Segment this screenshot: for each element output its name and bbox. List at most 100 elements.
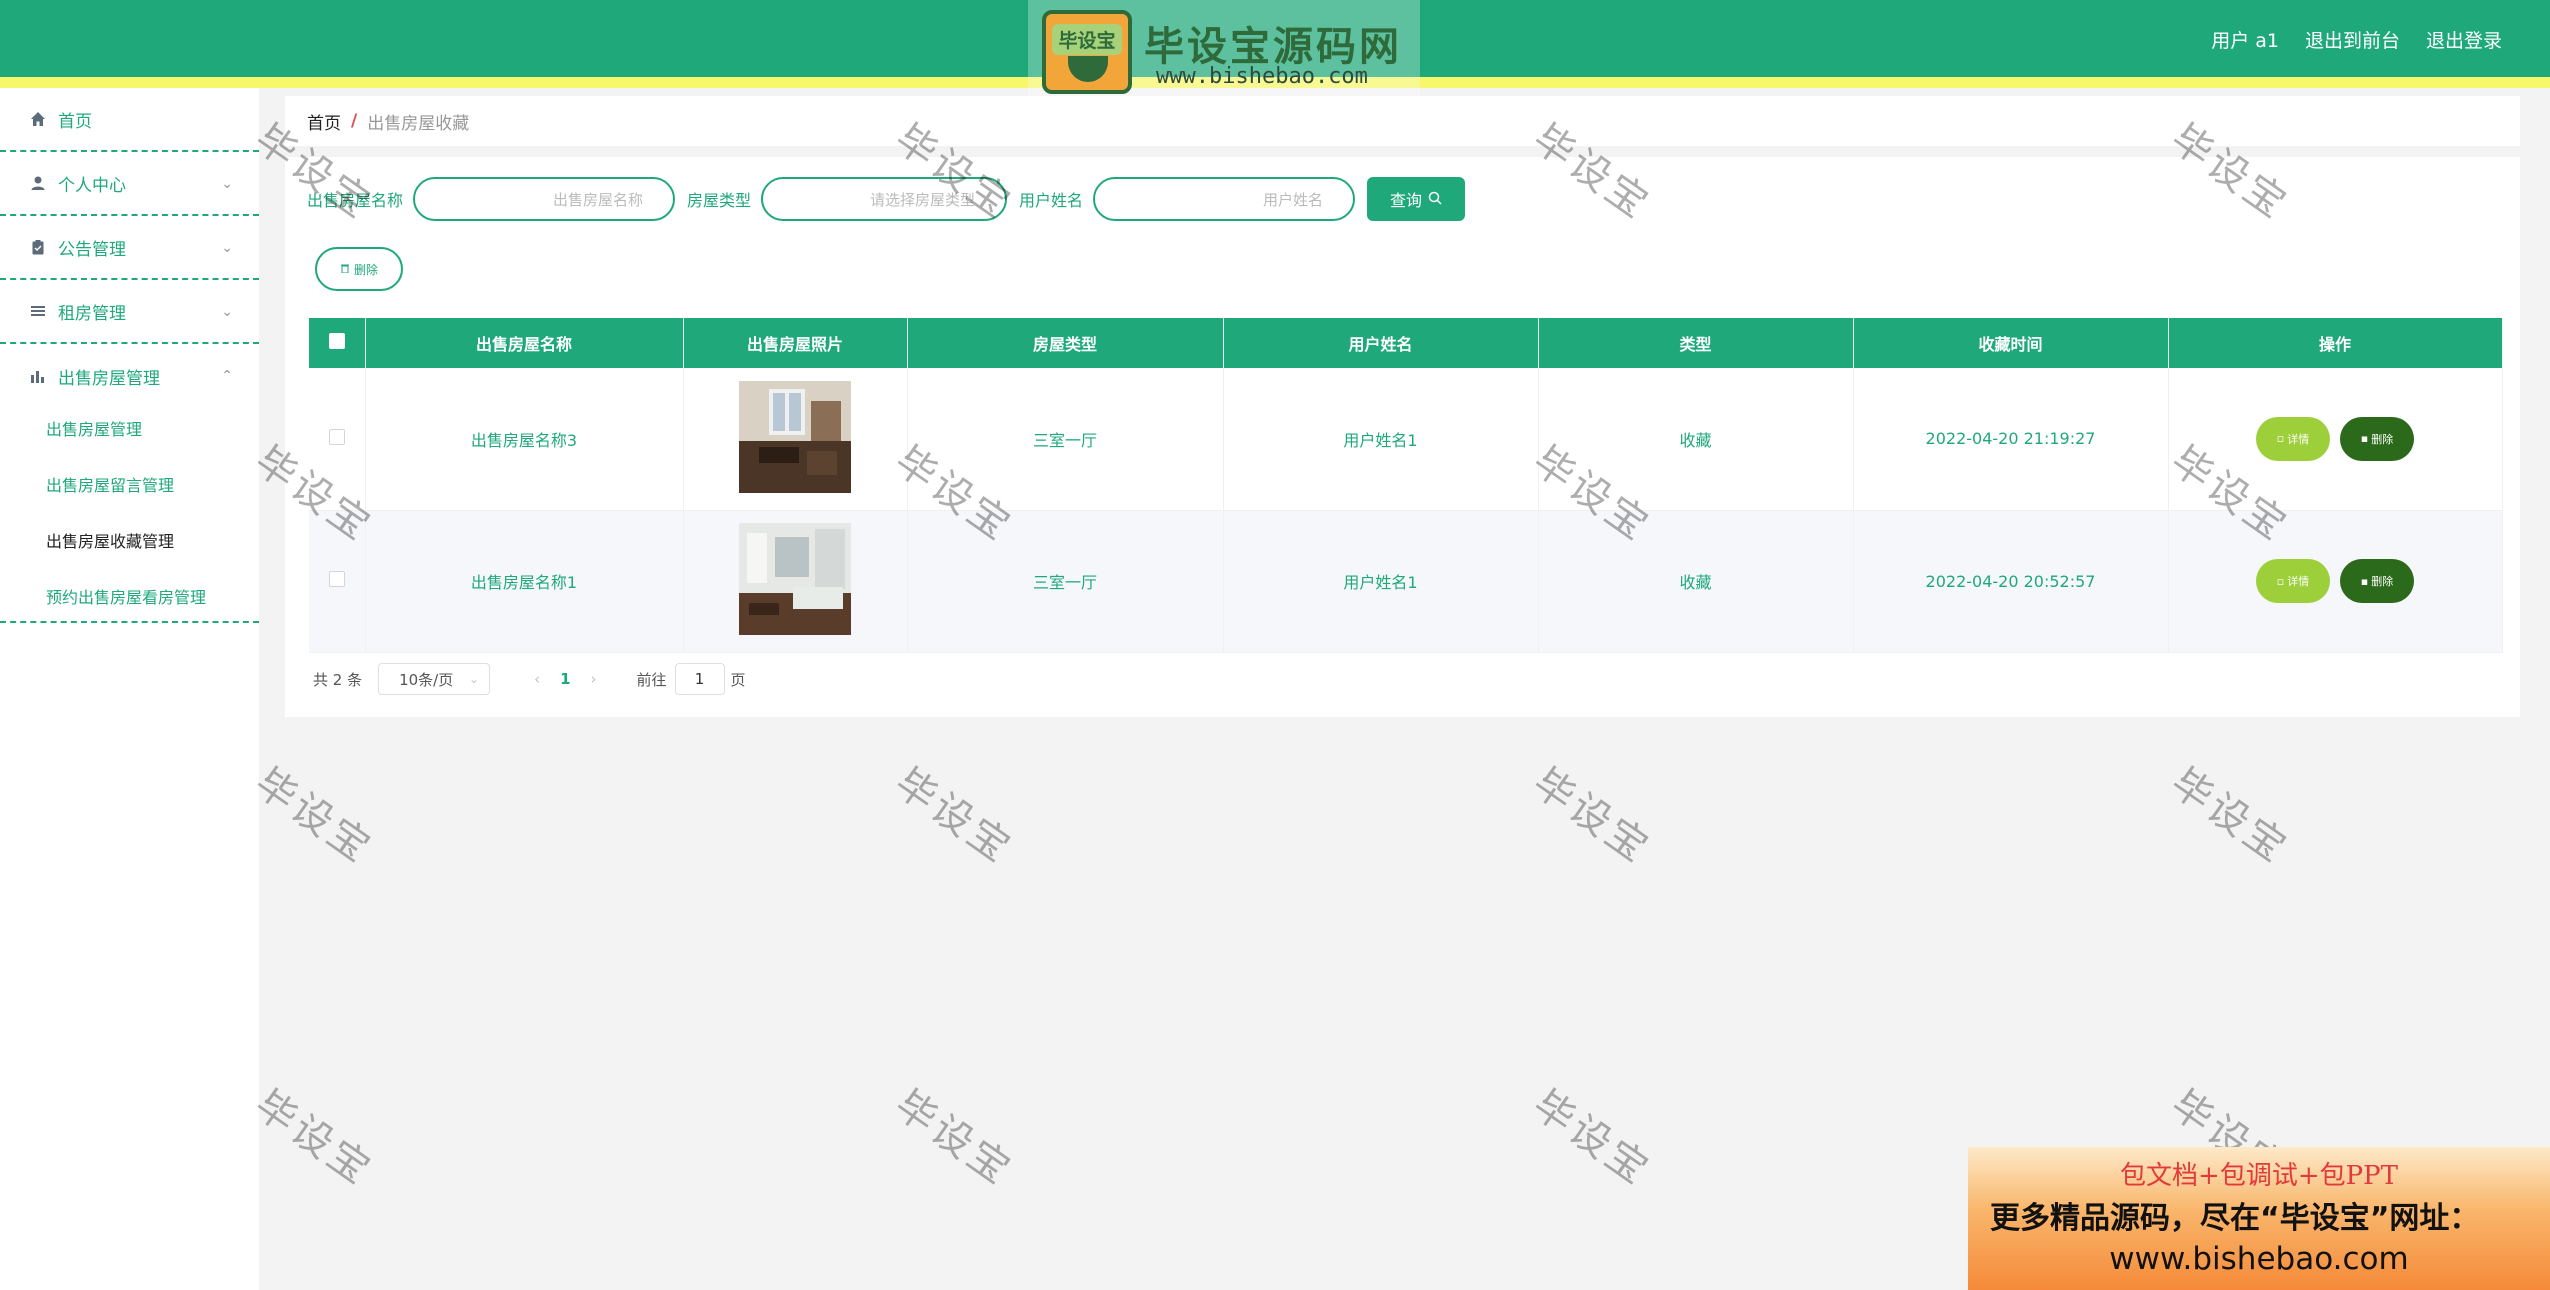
logout-link[interactable]: 退出登录 xyxy=(2426,26,2502,53)
submenu-item-sale-manage[interactable]: 出售房屋管理 xyxy=(46,416,142,440)
delete-button-label: 删除 xyxy=(2371,575,2394,588)
row-select-cell xyxy=(309,510,366,653)
favorite-time-cell: 2022-04-20 20:52:57 xyxy=(1853,510,2169,653)
sidebar: 首页 个人中心 ⌄ 公告管理 ⌄ 租房管理 ⌄ 出售房屋管理 ⌃ 出售房屋管理 … xyxy=(0,88,259,1290)
next-page-button[interactable]: › xyxy=(591,670,597,688)
chevron-down-icon: ⌄ xyxy=(221,240,233,256)
house-type-cell: 三室一厅 xyxy=(907,510,1224,653)
home-icon xyxy=(28,110,48,128)
house-type-placeholder: 请选择房屋类型 xyxy=(870,190,976,209)
ad-banner[interactable]: 包文档+包调试+包PPT 更多精品源码，尽在“毕设宝”网址： www.bishe… xyxy=(1968,1147,2550,1290)
column-header: 出售房屋名称 xyxy=(365,318,684,368)
detail-button-label: 详情 xyxy=(2287,575,2310,588)
query-button[interactable]: 查询 xyxy=(1367,177,1466,221)
goto-page-value: 1 xyxy=(694,670,705,688)
favorite-time-cell: 2022-04-20 21:19:27 xyxy=(1853,368,2169,511)
kind-cell: 收藏 xyxy=(1538,510,1854,653)
logo-url: www.bishebao.com xyxy=(1156,64,1368,89)
row-checkbox[interactable] xyxy=(328,571,345,587)
site-logo: 毕设宝 毕设宝源码网 www.bishebao.com xyxy=(1028,0,1420,96)
row-checkbox[interactable] xyxy=(328,428,345,445)
favorites-table: 出售房屋名称 出售房屋照片 房屋类型 用户姓名 类型 收藏时间 操作 出售房屋名… xyxy=(309,318,2503,653)
search-form: 出售房屋名称 出售房屋名称 房屋类型 请选择房屋类型 用户姓名 用户姓名 查询 xyxy=(307,177,1466,221)
column-header: 操作 xyxy=(2168,318,2503,368)
trash-icon: ▪ xyxy=(2360,432,2369,446)
page-number[interactable]: 1 xyxy=(560,670,570,688)
column-header: 类型 xyxy=(1538,318,1854,368)
trash-icon xyxy=(340,262,350,276)
submenu-item-sale-message[interactable]: 出售房屋留言管理 xyxy=(46,472,174,496)
house-photo-cell xyxy=(683,510,908,653)
delete-button[interactable]: ▪ 删除 xyxy=(2340,559,2414,603)
chevron-up-icon: ⌃ xyxy=(221,368,233,384)
total-count: 共 2 条 xyxy=(313,670,363,689)
breadcrumb-home[interactable]: 首页 xyxy=(307,109,341,134)
list-icon xyxy=(28,302,48,320)
submenu-item-sale-favorite[interactable]: 出售房屋收藏管理 xyxy=(46,528,174,552)
watermark: 毕设宝 xyxy=(886,759,1021,873)
submenu-divider xyxy=(0,621,259,623)
batch-delete-button[interactable]: 删除 xyxy=(315,247,403,291)
house-type-select[interactable]: 请选择房屋类型 xyxy=(761,177,1008,221)
sidebar-item-label: 首页 xyxy=(58,111,92,132)
sidebar-item-home[interactable]: 首页 xyxy=(0,88,259,152)
exit-to-front-link[interactable]: 退出到前台 xyxy=(2305,26,2400,53)
sidebar-item-label: 公告管理 xyxy=(58,239,126,260)
house-name-cell: 出售房屋名称3 xyxy=(365,368,684,511)
house-photo-cell xyxy=(683,368,908,511)
breadcrumb-separator: / xyxy=(351,111,358,131)
breadcrumb-current: 出售房屋收藏 xyxy=(367,113,470,134)
page-size-select[interactable]: 10条/页 ⌄ xyxy=(378,663,491,695)
breadcrumb: 首页 / 出售房屋收藏 xyxy=(285,96,2520,146)
watermark: 毕设宝 xyxy=(2162,759,2297,873)
house-type-label: 房屋类型 xyxy=(687,191,752,210)
house-name-input[interactable]: 出售房屋名称 xyxy=(413,177,676,221)
chevron-down-icon: ⌄ xyxy=(221,176,233,192)
goto-prefix: 前往 xyxy=(636,670,667,689)
user-name-placeholder: 用户姓名 xyxy=(1263,190,1324,209)
clipboard-icon xyxy=(28,238,48,256)
submenu-item-sale-booking[interactable]: 预约出售房屋看房管理 xyxy=(46,584,206,608)
select-all-checkbox[interactable] xyxy=(328,333,345,349)
delete-button[interactable]: ▪ 删除 xyxy=(2340,416,2414,461)
column-header: 收藏时间 xyxy=(1853,318,2169,368)
house-name-label: 出售房屋名称 xyxy=(307,191,404,210)
ad-line-2: 更多精品源码，尽在“毕设宝”网址： xyxy=(1990,1201,2480,1236)
bar-chart-icon xyxy=(28,367,48,385)
sidebar-item-notice[interactable]: 公告管理 ⌄ xyxy=(0,216,259,280)
query-button-label: 查询 xyxy=(1390,191,1423,210)
sidebar-item-label: 租房管理 xyxy=(58,303,126,324)
chevron-down-icon: ⌄ xyxy=(469,672,480,686)
house-photo[interactable] xyxy=(739,523,851,635)
user-name-cell: 用户姓名1 xyxy=(1223,510,1539,653)
logo-badge-text: 毕设宝 xyxy=(1052,24,1122,55)
watermark: 毕设宝 xyxy=(246,759,381,873)
house-photo[interactable] xyxy=(739,380,851,493)
detail-button[interactable]: ▫ 详情 xyxy=(2256,416,2330,461)
watermark: 毕设宝 xyxy=(1524,759,1659,873)
goto-page-input[interactable]: 1 xyxy=(674,663,725,695)
table-header-row: 出售房屋名称 出售房屋照片 房屋类型 用户姓名 类型 收藏时间 操作 xyxy=(309,318,2503,368)
sidebar-item-sale[interactable]: 出售房屋管理 ⌃ xyxy=(0,344,259,408)
sidebar-item-rent[interactable]: 租房管理 ⌄ xyxy=(0,280,259,344)
ad-line-3: www.bishebao.com xyxy=(2109,1241,2409,1277)
table-row: 出售房屋名称1 三室一厅 用户姓名1 收藏 2022-04-20 20:52:5… xyxy=(309,510,2503,653)
page-size-value: 10条/页 xyxy=(399,670,454,689)
kind-cell: 收藏 xyxy=(1538,368,1854,511)
sidebar-item-personal[interactable]: 个人中心 ⌄ xyxy=(0,152,259,216)
house-name-cell: 出售房屋名称1 xyxy=(365,510,684,653)
user-name-input[interactable]: 用户姓名 xyxy=(1093,177,1356,221)
header-user-menu: 用户 a1 退出到前台 退出登录 xyxy=(2211,26,2502,53)
goto-suffix: 页 xyxy=(730,670,746,689)
select-all-cell xyxy=(309,318,366,368)
house-name-placeholder: 出售房屋名称 xyxy=(553,190,644,209)
user-label[interactable]: 用户 a1 xyxy=(2211,26,2279,53)
detail-button[interactable]: ▫ 详情 xyxy=(2256,559,2330,603)
actions-cell: ▫ 详情 ▪ 删除 xyxy=(2168,368,2503,511)
user-icon xyxy=(28,174,48,192)
table-row: 出售房屋名称3 三室一厅 用户姓名1 收藏 2022-04-20 21:19:2… xyxy=(309,368,2503,511)
house-type-cell: 三室一厅 xyxy=(907,368,1224,511)
column-header: 房屋类型 xyxy=(907,318,1224,368)
search-icon xyxy=(1428,190,1442,209)
prev-page-button[interactable]: ‹ xyxy=(534,670,540,688)
